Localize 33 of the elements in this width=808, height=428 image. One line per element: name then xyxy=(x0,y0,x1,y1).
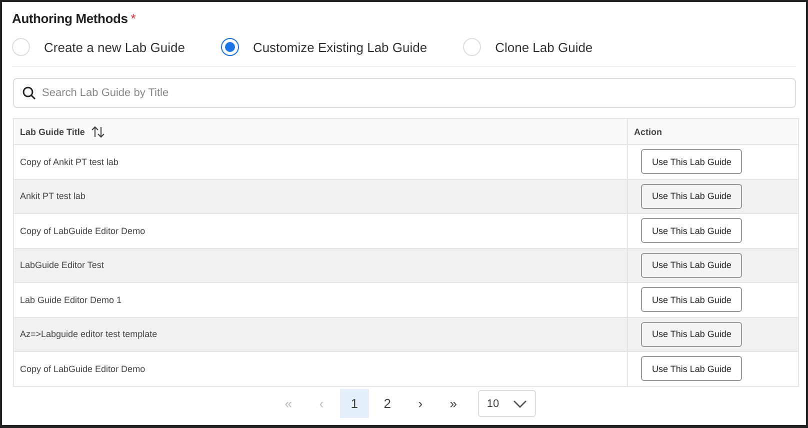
use-lab-guide-button[interactable]: Use This Lab Guide xyxy=(641,287,742,312)
radio-icon[interactable] xyxy=(220,38,239,56)
table-cell: Copy of LabGuide Editor Demo xyxy=(20,226,146,236)
page-button[interactable]: 2 xyxy=(372,389,402,418)
page-size-select[interactable]: 10 xyxy=(478,390,536,417)
use-lab-guide-button[interactable]: Use This Lab Guide xyxy=(641,322,742,347)
column-header: Action xyxy=(634,126,662,136)
last-page-button[interactable]: » xyxy=(438,389,468,418)
table-cell: Ankit PT test lab xyxy=(20,191,86,202)
table-cell: Az=>Labguide editor test template xyxy=(20,329,158,340)
method-radio[interactable]: Create a new Lab Guide xyxy=(12,38,185,56)
radio-label: Clone Lab Guide xyxy=(495,40,593,54)
use-lab-guide-button[interactable]: Use This Lab Guide xyxy=(641,356,742,382)
use-lab-guide-button[interactable]: Use This Lab Guide xyxy=(641,252,742,278)
table-cell: Copy of LabGuide Editor Demo xyxy=(20,364,146,374)
section-title: Authoring Methods xyxy=(12,10,128,26)
search-field[interactable]: Search Lab Guide by Title xyxy=(13,78,796,108)
required-mark: * xyxy=(130,10,136,26)
table-cell: Copy of Ankit PT test lab xyxy=(20,156,118,167)
use-lab-guide-button[interactable]: Use This Lab Guide xyxy=(641,218,742,244)
sort-icon[interactable] xyxy=(90,126,105,138)
next-page-button[interactable]: › xyxy=(406,389,435,418)
table-cell: LabGuide Editor Test xyxy=(20,260,104,270)
method-radio[interactable]: Customize Existing Lab Guide xyxy=(220,38,428,56)
method-radio[interactable]: Clone Lab Guide xyxy=(463,38,593,56)
radio-label: Customize Existing Lab Guide xyxy=(252,40,428,54)
column-header: Lab Guide Title xyxy=(20,126,85,136)
radio-label: Create a new Lab Guide xyxy=(44,40,185,54)
table-cell: Lab Guide Editor Demo 1 xyxy=(20,294,122,305)
page-button[interactable]: 1 xyxy=(340,389,369,418)
chevron-down-icon xyxy=(513,400,528,408)
use-lab-guide-button[interactable]: Use This Lab Guide xyxy=(641,149,742,174)
use-lab-guide-button[interactable]: Use This Lab Guide xyxy=(641,184,742,209)
